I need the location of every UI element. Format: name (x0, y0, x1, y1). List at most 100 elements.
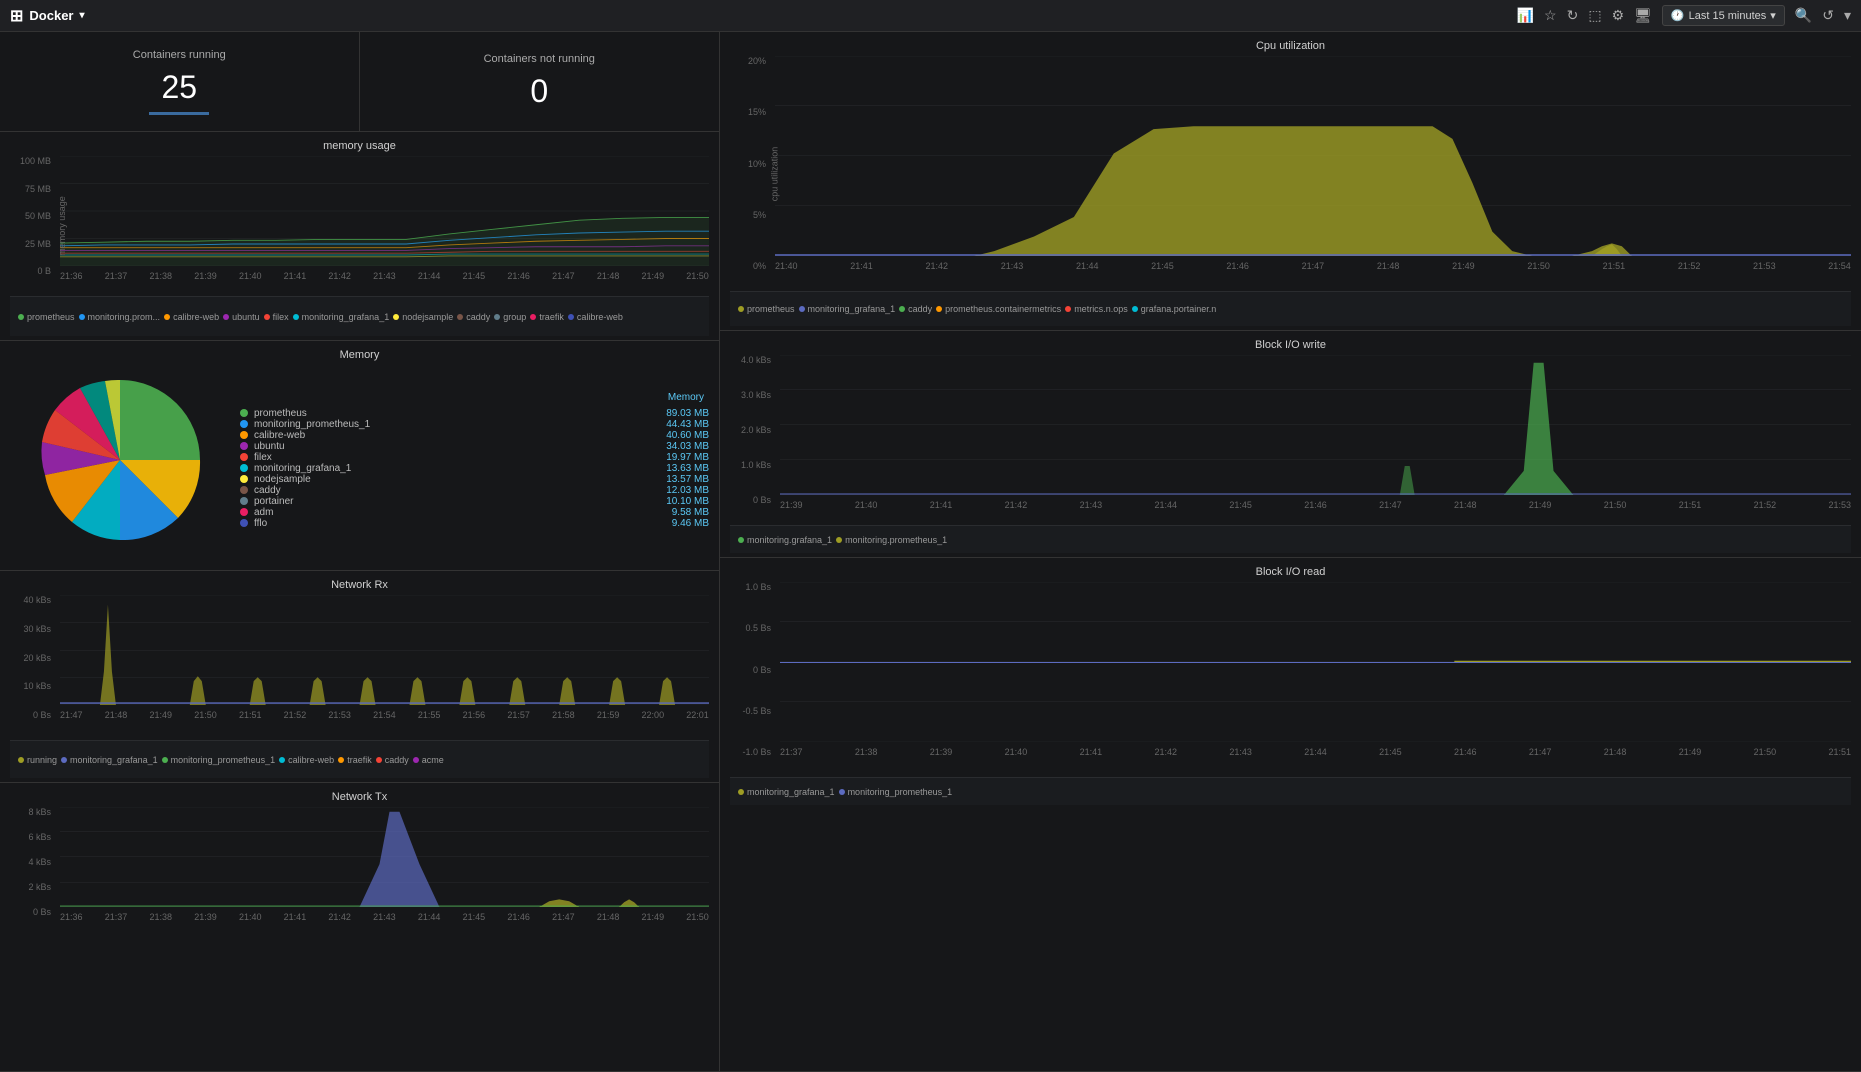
dropdown-icon[interactable]: ▾ (79, 10, 84, 21)
block-write-legend: monitoring.grafana_1 monitoring.promethe… (730, 525, 1851, 553)
cpu-legend-6: grafana.portainer.n (1132, 304, 1217, 314)
legend-tag-5: filex (264, 312, 289, 322)
br-legend-1: monitoring_grafana_1 (738, 787, 835, 797)
pie-legend-items: prometheus 89.03 MB monitoring_prometheu… (240, 408, 709, 529)
running-value: 25 (161, 69, 197, 106)
br-y--1: -1.0 Bs (742, 747, 771, 757)
network-tx-svg (60, 807, 709, 907)
memory-pie-section: Memory prometheus 89.03 MB monitoring_pr… (10, 365, 709, 555)
block-read-svg (780, 582, 1851, 742)
time-range-label: Last 15 minutes (1689, 10, 1767, 22)
memory-usage-panel: memory usage 100 MB 75 MB 50 MB 25 MB 0 … (0, 132, 719, 341)
stat-cards: Containers running 25 Containers not run… (0, 32, 719, 132)
y-label-100mb: 100 MB (20, 156, 51, 166)
more-icon[interactable]: ▾ (1844, 7, 1851, 24)
block-write-x-axis: 21:3921:4021:4121:4221:43 21:4421:4521:4… (780, 500, 1851, 510)
legend-item: calibre-web 40.60 MB (240, 430, 709, 441)
pie-chart-svg (30, 370, 210, 550)
pie-legend: Memory prometheus 89.03 MB monitoring_pr… (240, 365, 709, 555)
grid-icon: ⊞ (10, 6, 23, 26)
bw-legend-2: monitoring.prometheus_1 (836, 535, 947, 545)
rx-y-10: 10 kBs (23, 681, 51, 691)
memory-usage-svg (60, 156, 709, 266)
refresh-icon[interactable]: ↻ (1567, 7, 1579, 24)
topbar-actions: 📊 ☆ ↻ ⬚ ⚙ 🖥 🕐 Last 15 minutes ▾ 🔍 ↺ ▾ (1517, 5, 1851, 26)
y-label-50mb: 50 MB (25, 211, 51, 221)
time-dropdown-icon: ▾ (1770, 9, 1776, 22)
network-rx-title: Network Rx (10, 579, 709, 591)
rx-legend-1: running (18, 755, 57, 765)
rx-y-20: 20 kBs (23, 653, 51, 663)
settings-icon[interactable]: ⚙ (1612, 7, 1625, 24)
network-tx-panel: Network Tx 8 kBs 6 kBs 4 kBs 2 kBs 0 Bs (0, 783, 719, 1072)
br-y-1: 1.0 Bs (745, 582, 771, 592)
tx-y-0: 0 Bs (33, 907, 51, 917)
right-panel: Cpu utilization 20% 15% 10% 5% 0% cpu ut… (720, 32, 1861, 1072)
y-label-75mb: 75 MB (25, 184, 51, 194)
running-label: Containers running (133, 49, 226, 61)
memory-usage-legend: prometheus monitoring.prom... calibre-we… (10, 296, 709, 336)
legend-tag-3: calibre-web (164, 312, 219, 322)
network-rx-svg (60, 595, 709, 705)
y-label-25mb: 25 MB (25, 239, 51, 249)
time-range-button[interactable]: 🕐 Last 15 minutes ▾ (1662, 5, 1785, 26)
cpu-y-5: 5% (753, 210, 766, 220)
auto-refresh-icon[interactable]: ↺ (1822, 7, 1834, 24)
rx-y-30: 30 kBs (23, 624, 51, 634)
rx-legend-6: caddy (376, 755, 409, 765)
rx-y-40: 40 kBs (23, 595, 51, 605)
tx-x-axis: 21:3621:3721:3821:3921:40 21:4121:4221:4… (60, 912, 709, 922)
share-icon[interactable]: ⬚ (1588, 7, 1601, 24)
legend-item: nodejsample 13.57 MB (240, 474, 709, 485)
bw-y-4: 4.0 kBs (741, 355, 771, 365)
app-title: Docker (29, 8, 73, 23)
cpu-legend-3: caddy (899, 304, 932, 314)
containers-running-card: Containers running 25 (0, 32, 360, 131)
block-write-title: Block I/O write (730, 339, 1851, 351)
br-y-05: 0.5 Bs (745, 623, 771, 633)
legend-tag-6: monitoring_grafana_1 (293, 312, 390, 322)
memory-column-header: Memory (240, 392, 709, 403)
bw-y-3: 3.0 kBs (741, 390, 771, 400)
block-write-panel: Block I/O write 4.0 kBs 3.0 kBs 2.0 kBs … (720, 331, 1861, 558)
bw-legend-1: monitoring.grafana_1 (738, 535, 832, 545)
legend-item: prometheus 89.03 MB (240, 408, 709, 419)
legend-item: portainer 10.10 MB (240, 496, 709, 507)
br-y-0: 0 Bs (753, 665, 771, 675)
tx-y-4: 4 kBs (28, 857, 51, 867)
rx-legend-5: traefik (338, 755, 372, 765)
cpu-legend-2: monitoring_grafana_1 (799, 304, 896, 314)
memory-x-axis: 21:3621:3721:3821:3921:40 21:4121:4221:4… (60, 271, 709, 281)
topbar: ⊞ Docker ▾ 📊 ☆ ↻ ⬚ ⚙ 🖥 🕐 Last 15 minutes… (0, 0, 1861, 32)
legend-tag-9: group (494, 312, 526, 322)
not-running-value: 0 (530, 73, 548, 110)
bar-chart-icon[interactable]: 📊 (1517, 7, 1534, 24)
cpu-y-20: 20% (748, 56, 766, 66)
left-panel: Containers running 25 Containers not run… (0, 32, 720, 1072)
star-icon[interactable]: ☆ (1544, 7, 1557, 24)
memory-pie-panel: Memory (0, 341, 719, 571)
memory-pie-title: Memory (10, 349, 709, 361)
y-axis-label-memory: memory usage (57, 196, 67, 256)
bw-y-0: 0 Bs (753, 495, 771, 505)
network-tx-title: Network Tx (10, 791, 709, 803)
running-bar (149, 112, 209, 115)
block-write-svg (780, 355, 1851, 495)
tx-y-6: 6 kBs (28, 832, 51, 842)
rx-x-axis: 21:4721:4821:4921:5021:51 21:5221:5321:5… (60, 710, 709, 720)
legend-item: adm 9.58 MB (240, 507, 709, 518)
containers-not-running-card: Containers not running 0 (360, 32, 720, 131)
rx-legend: running monitoring_grafana_1 monitoring_… (10, 740, 709, 778)
br-y--05: -0.5 Bs (742, 706, 771, 716)
zoom-icon[interactable]: 🔍 (1795, 7, 1812, 24)
y-label-0b: 0 B (37, 266, 51, 276)
legend-tag-4: ubuntu (223, 312, 260, 322)
legend-item: monitoring_prometheus_1 44.43 MB (240, 419, 709, 430)
main-content: Containers running 25 Containers not run… (0, 32, 1861, 1072)
br-legend-2: monitoring_prometheus_1 (839, 787, 953, 797)
cpu-y-15: 15% (748, 107, 766, 117)
cpu-y-0: 0% (753, 261, 766, 271)
cpu-x-axis: 21:4021:4121:4221:4321:44 21:4521:4621:4… (775, 261, 1851, 271)
rx-legend-2: monitoring_grafana_1 (61, 755, 158, 765)
monitor-icon[interactable]: 🖥 (1634, 7, 1652, 24)
